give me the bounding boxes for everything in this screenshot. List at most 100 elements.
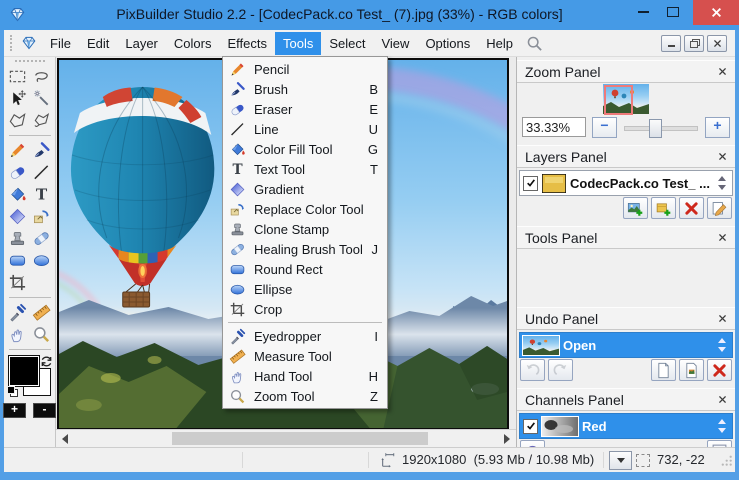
menu-colors[interactable]: Colors	[166, 32, 220, 55]
menu-item-ellipse[interactable]: Ellipse	[223, 279, 387, 299]
menu-options[interactable]: Options	[417, 32, 478, 55]
menu-item-hand[interactable]: Hand ToolH	[223, 366, 387, 386]
zoom-slider[interactable]	[623, 118, 699, 137]
search-icon[interactable]	[526, 35, 543, 52]
add-image-layer-button[interactable]	[623, 197, 648, 219]
resize-grip[interactable]	[720, 454, 733, 470]
tool-polygon-lasso[interactable]	[31, 110, 53, 131]
menu-item-replace-color[interactable]: Replace Color Tool	[223, 199, 387, 219]
scrollbar-thumb[interactable]	[172, 432, 428, 445]
status-dropdown-button[interactable]	[609, 451, 632, 470]
tool-healing-brush[interactable]	[31, 228, 53, 249]
menu-item-text[interactable]: Text ToolT	[223, 159, 387, 179]
toolbar-grip[interactable]	[15, 60, 45, 62]
new-snapshot-button[interactable]	[651, 359, 676, 381]
menu-item-crop[interactable]: Crop	[223, 299, 387, 319]
minimize-button[interactable]	[629, 0, 657, 24]
layer-row[interactable]: CodecPack.co Test_ ...	[519, 170, 733, 196]
redo-button[interactable]	[548, 359, 573, 381]
scroll-right-arrow[interactable]	[498, 430, 516, 447]
zoom-plus-button[interactable]: +	[705, 117, 730, 138]
delete-state-button[interactable]	[707, 359, 732, 381]
tool-replace-color[interactable]	[31, 206, 53, 227]
tool-eyedropper[interactable]	[7, 302, 29, 323]
channel-row[interactable]: Red	[519, 413, 733, 439]
tool-lasso[interactable]	[31, 66, 53, 87]
menu-item-measure[interactable]: Measure Tool	[223, 346, 387, 366]
spin-up-icon[interactable]	[718, 338, 726, 343]
mdi-minimize-button[interactable]	[661, 35, 681, 52]
menu-item-eraser[interactable]: EraserE	[223, 99, 387, 119]
undo-button[interactable]	[520, 359, 545, 381]
snapshot-from-state-button[interactable]	[679, 359, 704, 381]
scroll-left-arrow[interactable]	[56, 430, 74, 447]
layer-visibility-checkbox[interactable]	[523, 176, 538, 191]
mdi-close-button[interactable]	[707, 35, 727, 52]
close-icon[interactable]	[718, 314, 727, 323]
tool-measure[interactable]	[31, 302, 53, 323]
tool-clone-stamp[interactable]	[7, 228, 29, 249]
swap-colors-icon[interactable]	[40, 355, 53, 371]
tool-text[interactable]	[31, 184, 53, 205]
maximize-button[interactable]	[659, 0, 687, 24]
tool-line[interactable]	[31, 162, 53, 183]
layer-properties-button[interactable]	[707, 197, 732, 219]
close-icon[interactable]	[718, 67, 727, 76]
zoom-minus-button[interactable]: −	[592, 117, 617, 138]
tool-hand[interactable]	[7, 324, 29, 345]
tool-crop[interactable]	[7, 272, 29, 293]
spin-down-icon[interactable]	[718, 428, 726, 433]
tool-pencil[interactable]	[7, 140, 29, 161]
spin-down-icon[interactable]	[718, 185, 726, 190]
tool-round-rect[interactable]	[7, 250, 29, 271]
menu-edit[interactable]: Edit	[79, 32, 117, 55]
default-colors-icon[interactable]	[7, 386, 18, 397]
menu-effects[interactable]: Effects	[219, 32, 275, 55]
menu-file[interactable]: File	[42, 32, 79, 55]
menu-item-brush[interactable]: BrushB	[223, 79, 387, 99]
menu-item-healing-brush[interactable]: Healing Brush ToolJ	[223, 239, 387, 259]
menu-view[interactable]: View	[373, 32, 417, 55]
menu-item-color-fill[interactable]: Color Fill ToolG	[223, 139, 387, 159]
spin-down-icon[interactable]	[718, 347, 726, 352]
zoom-in-button[interactable]: +	[3, 403, 26, 418]
spin-up-icon[interactable]	[718, 176, 726, 181]
menu-help[interactable]: Help	[478, 32, 521, 55]
horizontal-scrollbar[interactable]	[56, 429, 516, 447]
spin-up-icon[interactable]	[718, 419, 726, 424]
menu-item-eyedropper[interactable]: EyedropperI	[223, 326, 387, 346]
undo-history-row[interactable]: Open	[519, 332, 733, 358]
close-icon[interactable]	[718, 395, 727, 404]
menu-item-round-rect[interactable]: Round Rect	[223, 259, 387, 279]
mdi-restore-button[interactable]	[684, 35, 704, 52]
tool-eraser[interactable]	[7, 162, 29, 183]
zoom-view-rect[interactable]	[604, 85, 633, 115]
close-icon[interactable]	[718, 233, 727, 242]
menubar-grip[interactable]	[10, 35, 12, 51]
add-layer-button[interactable]	[651, 197, 676, 219]
tool-move[interactable]	[7, 88, 29, 109]
close-icon[interactable]	[718, 152, 727, 161]
menu-select[interactable]: Select	[321, 32, 373, 55]
tool-color-fill[interactable]	[7, 184, 29, 205]
tool-ellipse[interactable]	[31, 250, 53, 271]
tool-polygon-select[interactable]	[7, 110, 29, 131]
menu-layer[interactable]: Layer	[117, 32, 166, 55]
tool-brush[interactable]	[31, 140, 53, 161]
menu-item-line[interactable]: LineU	[223, 119, 387, 139]
tool-rect-select[interactable]	[7, 66, 29, 87]
menu-item-zoom[interactable]: Zoom ToolZ	[223, 386, 387, 406]
menu-tools[interactable]: Tools	[275, 32, 321, 55]
menu-item-clone-stamp[interactable]: Clone Stamp	[223, 219, 387, 239]
slider-thumb[interactable]	[649, 119, 662, 138]
tool-gradient[interactable]	[7, 206, 29, 227]
channel-visibility-check[interactable]	[523, 419, 538, 434]
menu-item-gradient[interactable]: Gradient	[223, 179, 387, 199]
menu-item-pencil[interactable]: Pencil	[223, 59, 387, 79]
zoom-out-button[interactable]: -	[33, 403, 56, 418]
delete-layer-button[interactable]	[679, 197, 704, 219]
zoom-value-input[interactable]	[522, 117, 586, 137]
tool-magic-wand[interactable]	[31, 88, 53, 109]
tool-zoom[interactable]	[31, 324, 53, 345]
close-button[interactable]	[693, 0, 739, 25]
